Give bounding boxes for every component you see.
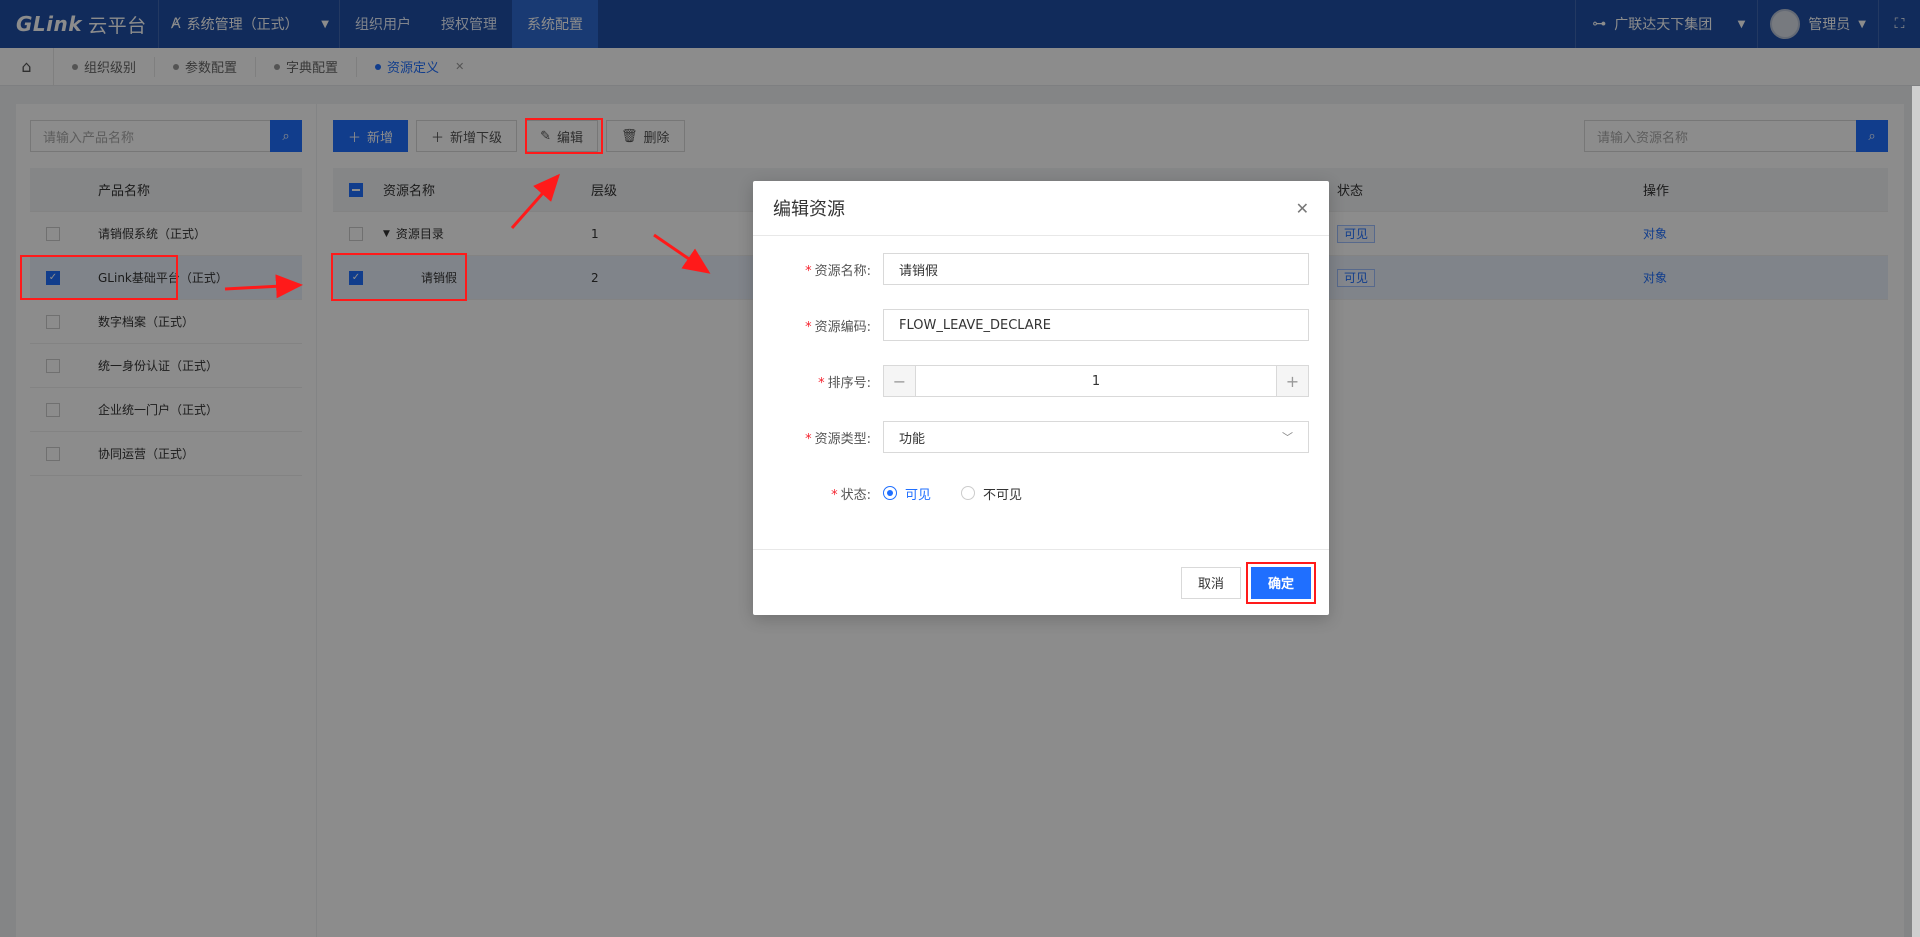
close-icon[interactable]: ✕: [1296, 199, 1309, 218]
form-row-name: * 资源名称: 请销假: [773, 253, 1309, 285]
arrow: [510, 173, 560, 229]
arrow: [653, 233, 711, 274]
resource-type-select[interactable]: 功能 ﹀: [883, 421, 1309, 453]
modal-header: 编辑资源 ✕: [753, 181, 1329, 236]
select-value: 功能: [899, 431, 926, 447]
status-visible-radio[interactable]: 可见: [883, 484, 931, 503]
modal-body: * 资源名称: 请销假 * 资源编码: FLOW_LEAVE_DECLARE * 排序…: [753, 236, 1329, 509]
resource-name-input[interactable]: 请销假: [883, 253, 1309, 285]
minus-icon[interactable]: −: [884, 366, 916, 396]
arrow: [224, 274, 303, 299]
modal-footer: 取消 确定: [753, 549, 1329, 615]
field-label: * 状态:: [831, 487, 871, 503]
field-label: * 资源名称:: [805, 263, 871, 279]
radio-label: 不可见: [983, 487, 1023, 503]
radio-dot: [883, 486, 897, 500]
cancel-button[interactable]: 取消: [1180, 566, 1241, 599]
resource-code-input[interactable]: FLOW_LEAVE_DECLARE: [883, 309, 1309, 341]
field-label: * 资源类型:: [805, 431, 871, 447]
plus-icon[interactable]: +: [1276, 366, 1308, 396]
edit-resource-modal: 编辑资源 ✕ * 资源名称: 请销假 * 资源编码: FLOW_LEAVE_DECL…: [753, 181, 1329, 615]
field-label: * 排序号:: [818, 375, 871, 391]
order-stepper[interactable]: − 1 +: [883, 365, 1309, 397]
form-row-type: * 资源类型: 功能 ﹀: [773, 421, 1309, 453]
radio-dot: [961, 486, 976, 500]
form-row-order: * 排序号: − 1 +: [773, 365, 1309, 397]
order-value[interactable]: 1: [916, 374, 1276, 389]
modal-title: 编辑资源: [773, 199, 845, 220]
radio-label: 可见: [905, 487, 932, 503]
confirm-button[interactable]: 确定: [1245, 561, 1317, 604]
form-row-status: * 状态: 可见 不可见: [773, 477, 1309, 509]
form-row-code: * 资源编码: FLOW_LEAVE_DECLARE: [773, 309, 1309, 341]
status-invisible-radio[interactable]: 不可见: [961, 484, 1022, 503]
field-label: * 资源编码:: [805, 319, 871, 335]
chevron-down-icon: ﹀: [1282, 431, 1293, 444]
